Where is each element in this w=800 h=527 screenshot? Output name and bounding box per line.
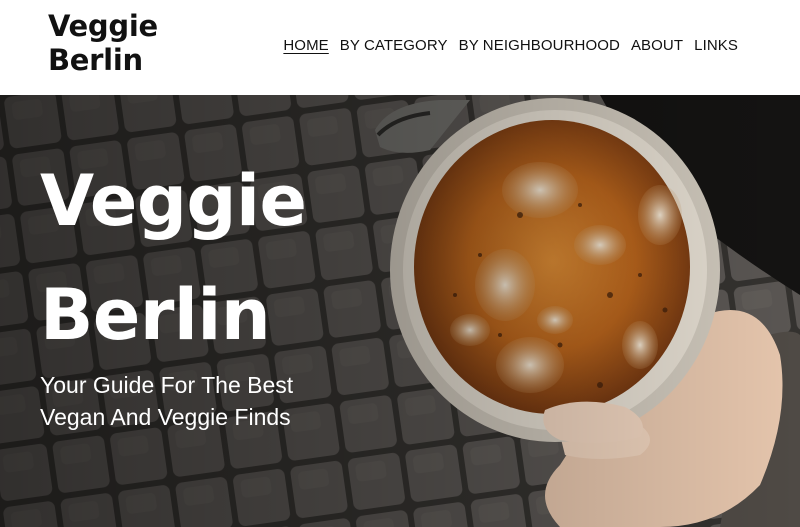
nav-links[interactable]: LINKS [694,37,738,55]
nav-home[interactable]: HOME [283,37,328,55]
hero-subtitle-line1: Your Guide For The Best [40,372,294,398]
logo-text-line2[interactable]: Berlin [48,44,143,76]
main-nav: HOME BY CATEGORY BY NEIGHBOURHOOD ABOUT … [283,37,738,55]
nav-by-category[interactable]: BY CATEGORY [340,37,448,55]
hero-section: Veggie Berlin Your Guide For The Best Ve… [0,95,800,527]
site-header: Veggie Berlin HOME BY CATEGORY BY NEIGHB… [0,0,800,95]
hero-subtitle-line2: Vegan And Veggie Finds [40,404,291,430]
hero-title-line2: Berlin [40,274,271,356]
logo-text-line1[interactable]: Veggie [48,10,158,42]
nav-by-neighbourhood[interactable]: BY NEIGHBOURHOOD [459,37,620,55]
nav-about[interactable]: ABOUT [631,37,683,55]
hero-title-line1: Veggie [40,160,307,242]
site-logo[interactable]: Veggie Berlin [31,6,180,88]
